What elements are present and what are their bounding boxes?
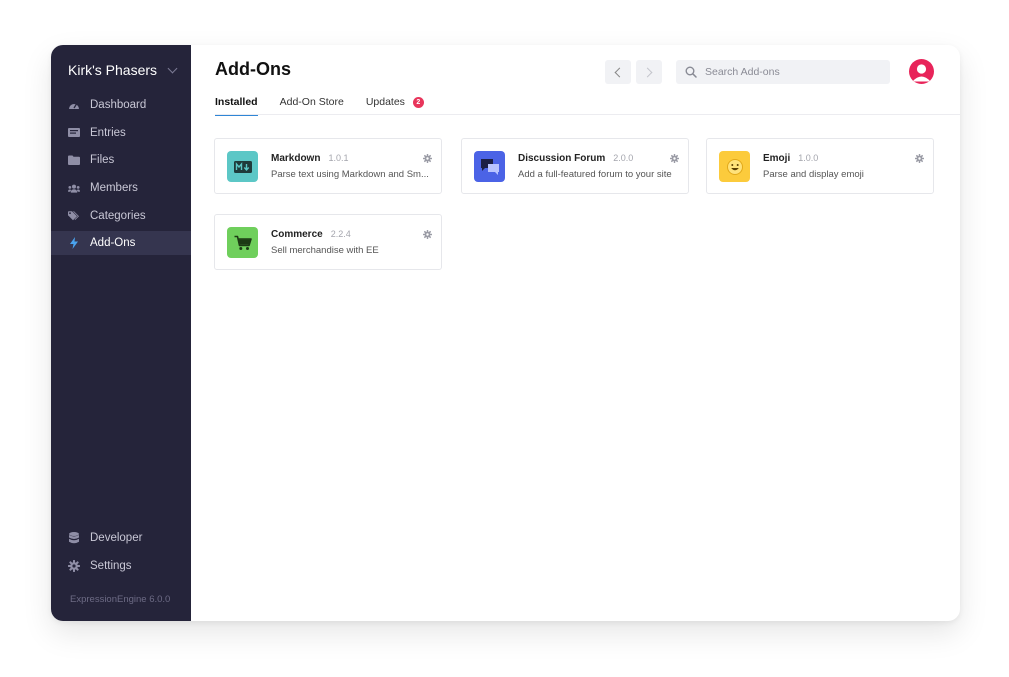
search-input[interactable] xyxy=(703,65,877,79)
addon-icon-tile xyxy=(474,151,505,182)
entries-icon xyxy=(68,127,80,139)
addon-version: 1.0.0 xyxy=(798,153,819,163)
sidebar: Kirk's Phasers Dashboard Entries Files M… xyxy=(51,45,191,621)
addon-card-discussion-forum[interactable]: Discussion Forum 2.0.0 Add a full-feature… xyxy=(461,138,689,194)
addon-version: 2.0.0 xyxy=(613,153,634,163)
tab-label: Add-On Store xyxy=(279,96,344,108)
chevron-down-icon xyxy=(167,63,178,73)
addon-name: Commerce 2.2.4 xyxy=(271,229,351,240)
addon-description: Add a full-featured forum to your site xyxy=(518,169,672,180)
chevron-right-icon xyxy=(642,67,653,77)
app-window: Kirk's Phasers Dashboard Entries Files M… xyxy=(51,45,960,621)
addon-name-text: Emoji xyxy=(763,153,791,164)
sidebar-item-label: Dashboard xyxy=(90,99,147,111)
sidebar-item-label: Categories xyxy=(90,209,146,222)
updates-count-badge: 2 xyxy=(412,97,424,108)
tab-bar: Installed Add-On Store Updates 2 xyxy=(215,96,446,116)
addon-name: Emoji 1.0.0 xyxy=(763,153,818,164)
sidebar-nav: Dashboard Entries Files Members Categori… xyxy=(51,93,191,259)
app-version: ExpressionEngine 6.0.0 xyxy=(70,594,171,605)
site-switcher[interactable]: Kirk's Phasers xyxy=(68,61,180,79)
back-button[interactable] xyxy=(605,60,631,84)
bolt-icon xyxy=(68,237,80,250)
addon-settings-gear-icon[interactable] xyxy=(670,150,679,163)
folder-icon xyxy=(68,154,80,166)
gear-icon xyxy=(68,560,80,572)
addon-icon-tile xyxy=(719,151,750,182)
tab-add-on-store[interactable]: Add-On Store xyxy=(280,96,344,116)
tab-label: Updates xyxy=(365,96,405,108)
sidebar-item-add-ons[interactable]: Add-Ons xyxy=(51,231,191,256)
search-box xyxy=(676,60,890,84)
tab-divider xyxy=(215,114,960,115)
sidebar-item-categories[interactable]: Categories xyxy=(51,204,191,228)
chevron-left-icon xyxy=(614,67,625,77)
main-content: Add-Ons Installed Add-On Store Updates xyxy=(191,45,960,621)
addon-version: 2.2.4 xyxy=(330,229,351,239)
tab-label: Installed xyxy=(215,96,258,108)
addon-description: Parse and display emoji xyxy=(763,169,864,180)
addon-settings-gear-icon[interactable] xyxy=(915,150,924,163)
addon-icon-tile xyxy=(227,151,258,182)
addon-name-text: Commerce xyxy=(271,229,323,240)
sidebar-item-developer[interactable]: Developer xyxy=(51,526,191,550)
addon-name: Markdown 1.0.1 xyxy=(271,153,348,164)
tags-icon xyxy=(68,210,80,222)
sidebar-item-label: Entries xyxy=(90,126,126,139)
sidebar-item-label: Settings xyxy=(90,560,132,572)
addon-card-commerce[interactable]: Commerce 2.2.4 Sell merchandise with EE xyxy=(214,214,442,270)
addon-card-emoji[interactable]: Emoji 1.0.0 Parse and display emoji xyxy=(706,138,934,194)
sidebar-item-entries[interactable]: Entries xyxy=(51,121,191,145)
sidebar-item-label: Members xyxy=(90,182,138,195)
addon-settings-gear-icon[interactable] xyxy=(423,226,432,239)
sidebar-item-label: Add-Ons xyxy=(90,237,136,250)
tab-updates[interactable]: Updates 2 xyxy=(366,96,424,116)
chat-bubbles-icon xyxy=(480,158,499,175)
addon-name-text: Markdown xyxy=(271,153,321,164)
sidebar-item-label: Developer xyxy=(90,532,143,544)
tab-installed[interactable]: Installed xyxy=(215,96,258,116)
markdown-icon xyxy=(233,160,252,173)
members-icon xyxy=(68,182,80,194)
addon-description: Sell merchandise with EE xyxy=(271,245,379,256)
addon-icon-tile xyxy=(227,227,258,258)
sidebar-item-files[interactable]: Files xyxy=(51,148,191,172)
addon-name-text: Discussion Forum xyxy=(518,153,606,164)
search-icon xyxy=(685,66,697,78)
database-icon xyxy=(68,532,80,544)
page-title: Add-Ons xyxy=(215,59,291,79)
dashboard-icon xyxy=(68,99,80,111)
sidebar-item-dashboard[interactable]: Dashboard xyxy=(51,93,191,117)
sidebar-bottom-nav: Developer Settings xyxy=(51,526,191,582)
smiley-icon xyxy=(726,158,743,175)
sidebar-item-label: Files xyxy=(90,154,115,167)
addon-description: Parse text using Markdown and Sm... xyxy=(271,169,429,180)
avatar[interactable] xyxy=(909,59,934,84)
sidebar-item-settings[interactable]: Settings xyxy=(51,554,191,578)
addon-settings-gear-icon[interactable] xyxy=(423,150,432,163)
site-name: Kirk's Phasers xyxy=(68,62,158,78)
sidebar-item-members[interactable]: Members xyxy=(51,176,191,200)
user-icon xyxy=(912,64,931,82)
forward-button[interactable] xyxy=(636,60,662,84)
addon-version: 1.0.1 xyxy=(328,153,349,163)
cart-icon xyxy=(234,235,252,250)
addon-name: Discussion Forum 2.0.0 xyxy=(518,153,633,164)
addon-card-markdown[interactable]: Markdown 1.0.1 Parse text using Markdown … xyxy=(214,138,442,194)
